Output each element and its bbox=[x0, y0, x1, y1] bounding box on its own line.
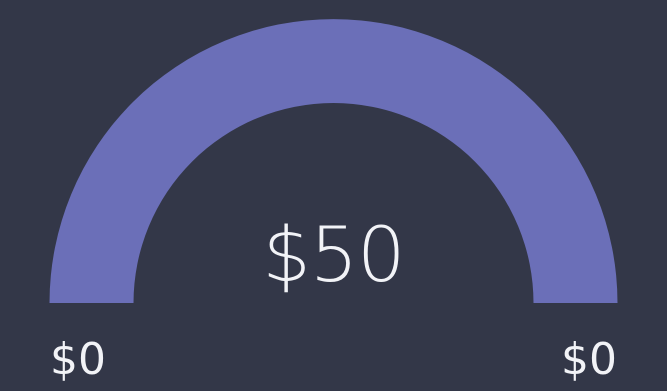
gauge-chart: $50 $0 $0 bbox=[0, 0, 667, 391]
gauge-max-label: $0 bbox=[561, 334, 617, 385]
gauge-value-label: $50 bbox=[262, 210, 404, 299]
gauge-min-label: $0 bbox=[50, 334, 106, 385]
gauge-svg: $50 $0 $0 bbox=[49, 19, 618, 385]
